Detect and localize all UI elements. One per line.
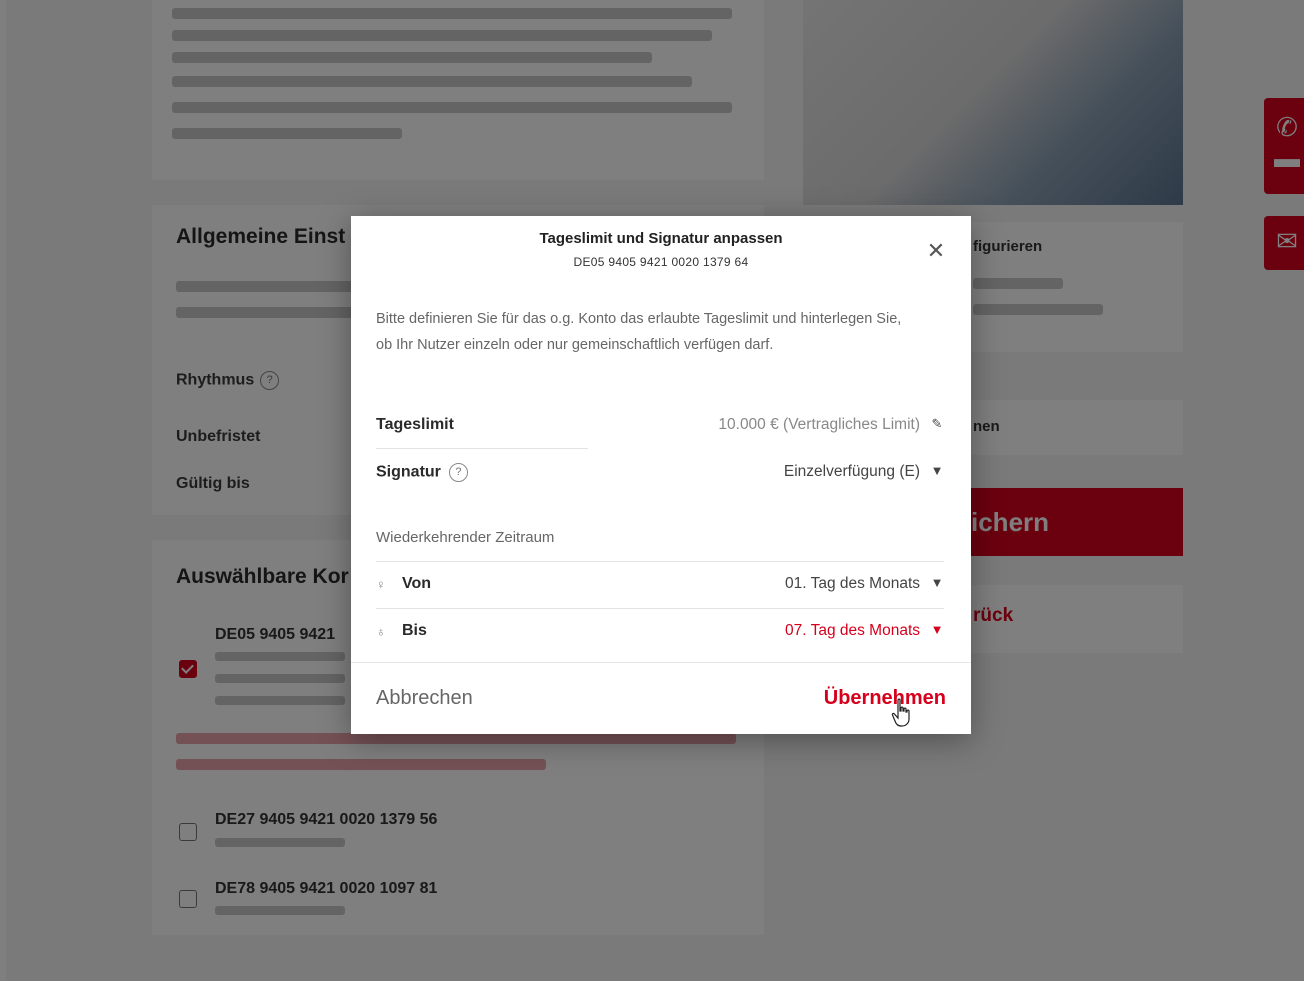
daily-limit-row[interactable]: Tageslimit 10.000 € (Vertragliches Limit… — [376, 416, 946, 462]
caret-down-icon[interactable]: ▼ — [928, 575, 946, 590]
from-row[interactable]: ♀ Von 01. Tag des Monats ▼ — [376, 575, 946, 621]
timeline-start-icon: ♀ — [376, 577, 386, 592]
pencil-icon[interactable]: ✎ — [928, 416, 946, 432]
divider — [376, 608, 944, 609]
daily-limit-value: 10.000 € (Vertragliches Limit) — [718, 416, 920, 433]
from-value: 01. Tag des Monats — [785, 575, 920, 592]
dialog-description: Bitte definieren Sie für das o.g. Konto … — [376, 311, 902, 353]
signature-label: Signatur? — [376, 463, 468, 482]
to-label: Bis — [402, 622, 427, 639]
help-icon[interactable]: ? — [448, 463, 468, 482]
period-section-label: Wiederkehrender Zeitraum — [376, 529, 555, 546]
dialog-title: Tageslimit und Signatur anpassen — [539, 230, 783, 247]
dialog-subtitle-iban: DE05 9405 9421 0020 1379 64 — [573, 255, 749, 269]
limit-signature-dialog: Tageslimit und Signatur anpassen DE05 94… — [351, 216, 971, 734]
divider — [376, 561, 944, 562]
daily-limit-label: Tageslimit — [376, 416, 454, 433]
apply-button[interactable]: Übernehmen — [824, 687, 946, 710]
from-label: Von — [402, 575, 432, 592]
caret-down-icon[interactable]: ▼ — [928, 463, 946, 478]
dialog-footer: Abbrechen Übernehmen — [351, 662, 971, 735]
signature-row[interactable]: Signatur? Einzelverfügung (E) ▼ — [376, 463, 946, 509]
divider — [376, 448, 588, 449]
timeline-end-icon: ♁ — [376, 624, 386, 639]
hand-cursor-icon — [891, 698, 910, 727]
signature-value: Einzelverfügung (E) — [783, 463, 920, 480]
cancel-button[interactable]: Abbrechen — [376, 687, 473, 710]
caret-down-icon[interactable]: ▼ — [928, 622, 946, 637]
close-icon[interactable]: ✕ — [923, 238, 949, 264]
to-value: 07. Tag des Monats — [785, 622, 920, 639]
